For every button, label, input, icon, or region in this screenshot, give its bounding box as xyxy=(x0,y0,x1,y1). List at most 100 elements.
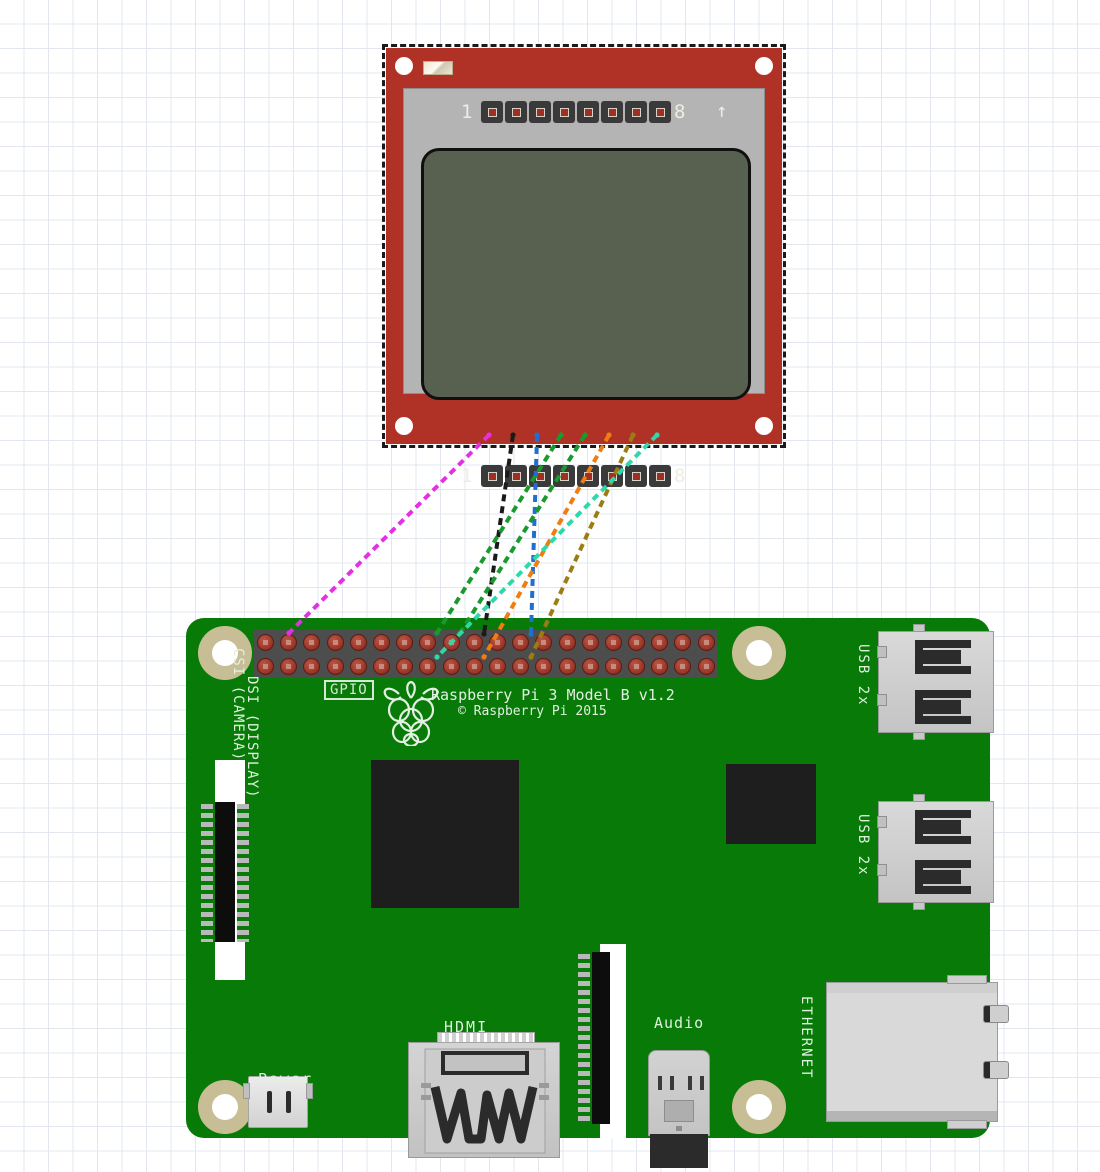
gpio-pin-top-14[interactable] xyxy=(555,630,578,654)
gpio-pin-bottom-17[interactable] xyxy=(625,654,648,678)
gpio-pin-pad xyxy=(280,633,298,651)
gpio-pin-bottom-4[interactable] xyxy=(324,654,347,678)
gpio-pin-bottom-12[interactable] xyxy=(509,654,532,678)
lcd-bottom-pin-1[interactable] xyxy=(481,465,503,487)
gpio-pin-top-12[interactable] xyxy=(509,630,532,654)
gpio-pin-top-3[interactable] xyxy=(300,630,323,654)
gpio-pin-pad xyxy=(628,633,646,651)
gpio-pin-bottom-11[interactable] xyxy=(486,654,509,678)
lcd-top-pin-7[interactable] xyxy=(625,101,647,123)
lcd-top-header[interactable] xyxy=(481,101,671,123)
gpio-pin-top-9[interactable] xyxy=(440,630,463,654)
gpio-pin-top-11[interactable] xyxy=(486,630,509,654)
lcd-top-pin-6[interactable] xyxy=(601,101,623,123)
gpio-pin-top-2[interactable] xyxy=(277,630,300,654)
gpio-pin-bottom-10[interactable] xyxy=(463,654,486,678)
lcd-bottom-pin-7[interactable] xyxy=(625,465,647,487)
gpio-header[interactable] xyxy=(254,630,718,678)
audio-pin-3 xyxy=(688,1076,692,1090)
power-label: Power xyxy=(258,1070,314,1088)
gpio-pin-top-19[interactable] xyxy=(671,630,694,654)
lcd-top-pin-4[interactable] xyxy=(553,101,575,123)
gpio-pin-top-17[interactable] xyxy=(625,630,648,654)
lcd-bottom-pin-2[interactable] xyxy=(505,465,527,487)
lcd-top-pin-1[interactable] xyxy=(481,101,503,123)
pin-contact xyxy=(655,471,665,481)
gpio-pin-top-18[interactable] xyxy=(648,630,671,654)
ethernet-tab-bottom xyxy=(947,1120,987,1129)
gpio-pin-pad xyxy=(257,657,275,675)
lcd-top-pin-5[interactable] xyxy=(577,101,599,123)
gpio-pin-bottom-16[interactable] xyxy=(602,654,625,678)
gpio-pin-pad xyxy=(512,633,530,651)
gpio-pin-bottom-19[interactable] xyxy=(671,654,694,678)
gpio-pin-top-4[interactable] xyxy=(324,630,347,654)
lcd-top-pin-8[interactable] xyxy=(649,101,671,123)
lcd-top-pin-3[interactable] xyxy=(529,101,551,123)
audio-pin-4 xyxy=(700,1076,704,1090)
gpio-pin-pad xyxy=(280,657,298,675)
hdmi-port[interactable] xyxy=(408,1032,560,1158)
usb-port-top[interactable] xyxy=(877,624,994,740)
gpio-pin-top-6[interactable] xyxy=(370,630,393,654)
lcd-bottom-pin-3[interactable] xyxy=(529,465,551,487)
pin-contact xyxy=(631,471,641,481)
usb-bottom-nub-upper xyxy=(913,794,925,802)
dsi-contacts xyxy=(215,802,235,942)
pin-contact xyxy=(535,471,545,481)
lcd-hole-bottom-right xyxy=(755,417,773,435)
gpio-pin-bottom-5[interactable] xyxy=(347,654,370,678)
gpio-pin-top-15[interactable] xyxy=(579,630,602,654)
gpio-pin-top-10[interactable] xyxy=(463,630,486,654)
gpio-pin-bottom-18[interactable] xyxy=(648,654,671,678)
gpio-pin-pad xyxy=(535,657,553,675)
gpio-pin-bottom-14[interactable] xyxy=(555,654,578,678)
lcd-bottom-header[interactable] xyxy=(481,465,671,487)
gpio-pin-pad xyxy=(419,633,437,651)
gpio-pin-pad xyxy=(651,633,669,651)
gpio-pin-top-8[interactable] xyxy=(416,630,439,654)
gpio-pin-bottom-15[interactable] xyxy=(579,654,602,678)
usb-port-bottom[interactable] xyxy=(877,794,994,910)
nokia-5110-lcd-module[interactable]: 1 8 ↑ 1 8 xyxy=(382,44,786,487)
gpio-row-top[interactable] xyxy=(254,630,718,654)
ethernet-label: ETHERNET xyxy=(798,996,814,1080)
lcd-hole-bottom-left xyxy=(395,417,413,435)
gpio-pin-bottom-13[interactable] xyxy=(532,654,555,678)
gpio-pin-top-5[interactable] xyxy=(347,630,370,654)
gpio-pin-pad xyxy=(558,657,576,675)
lcd-bottom-pin-8[interactable] xyxy=(649,465,671,487)
gpio-row-bottom[interactable] xyxy=(254,654,718,678)
csi-camera-connector[interactable] xyxy=(578,944,640,1138)
lcd-screen xyxy=(421,148,751,400)
gpio-pin-bottom-3[interactable] xyxy=(300,654,323,678)
lcd-bottom-pin-4[interactable] xyxy=(553,465,575,487)
raspberry-pi-board[interactable]: GPIO Raspberry Pi 3 Model B v1.2 © Raspb… xyxy=(186,618,1009,1168)
gpio-pin-bottom-6[interactable] xyxy=(370,654,393,678)
lcd-bottom-pin-6[interactable] xyxy=(601,465,623,487)
pin-contact xyxy=(559,107,569,117)
lcd-bottom-pin8-label: 8 xyxy=(674,465,686,487)
gpio-pin-bottom-20[interactable] xyxy=(695,654,718,678)
lcd-top-pin-2[interactable] xyxy=(505,101,527,123)
gpio-pin-bottom-8[interactable] xyxy=(416,654,439,678)
lcd-bottom-pin-5[interactable] xyxy=(577,465,599,487)
gpio-pin-bottom-1[interactable] xyxy=(254,654,277,678)
usb-contacts-icon xyxy=(915,640,971,724)
gpio-pin-pad xyxy=(349,633,367,651)
gpio-pin-bottom-2[interactable] xyxy=(277,654,300,678)
gpio-pin-bottom-9[interactable] xyxy=(440,654,463,678)
gpio-pin-bottom-7[interactable] xyxy=(393,654,416,678)
gpio-pin-pad xyxy=(257,633,275,651)
gpio-pin-top-1[interactable] xyxy=(254,630,277,654)
gpio-pin-top-13[interactable] xyxy=(532,630,555,654)
gpio-pin-top-16[interactable] xyxy=(602,630,625,654)
gpio-pin-top-7[interactable] xyxy=(393,630,416,654)
pin-contact xyxy=(655,107,665,117)
gpio-pin-top-20[interactable] xyxy=(695,630,718,654)
lcd-hole-top-right xyxy=(755,57,773,75)
ethernet-tab-top xyxy=(947,975,987,984)
ethernet-port[interactable] xyxy=(826,975,1009,1129)
hdmi-label: HDMI xyxy=(444,1018,489,1036)
audio-jack[interactable] xyxy=(648,1038,710,1168)
